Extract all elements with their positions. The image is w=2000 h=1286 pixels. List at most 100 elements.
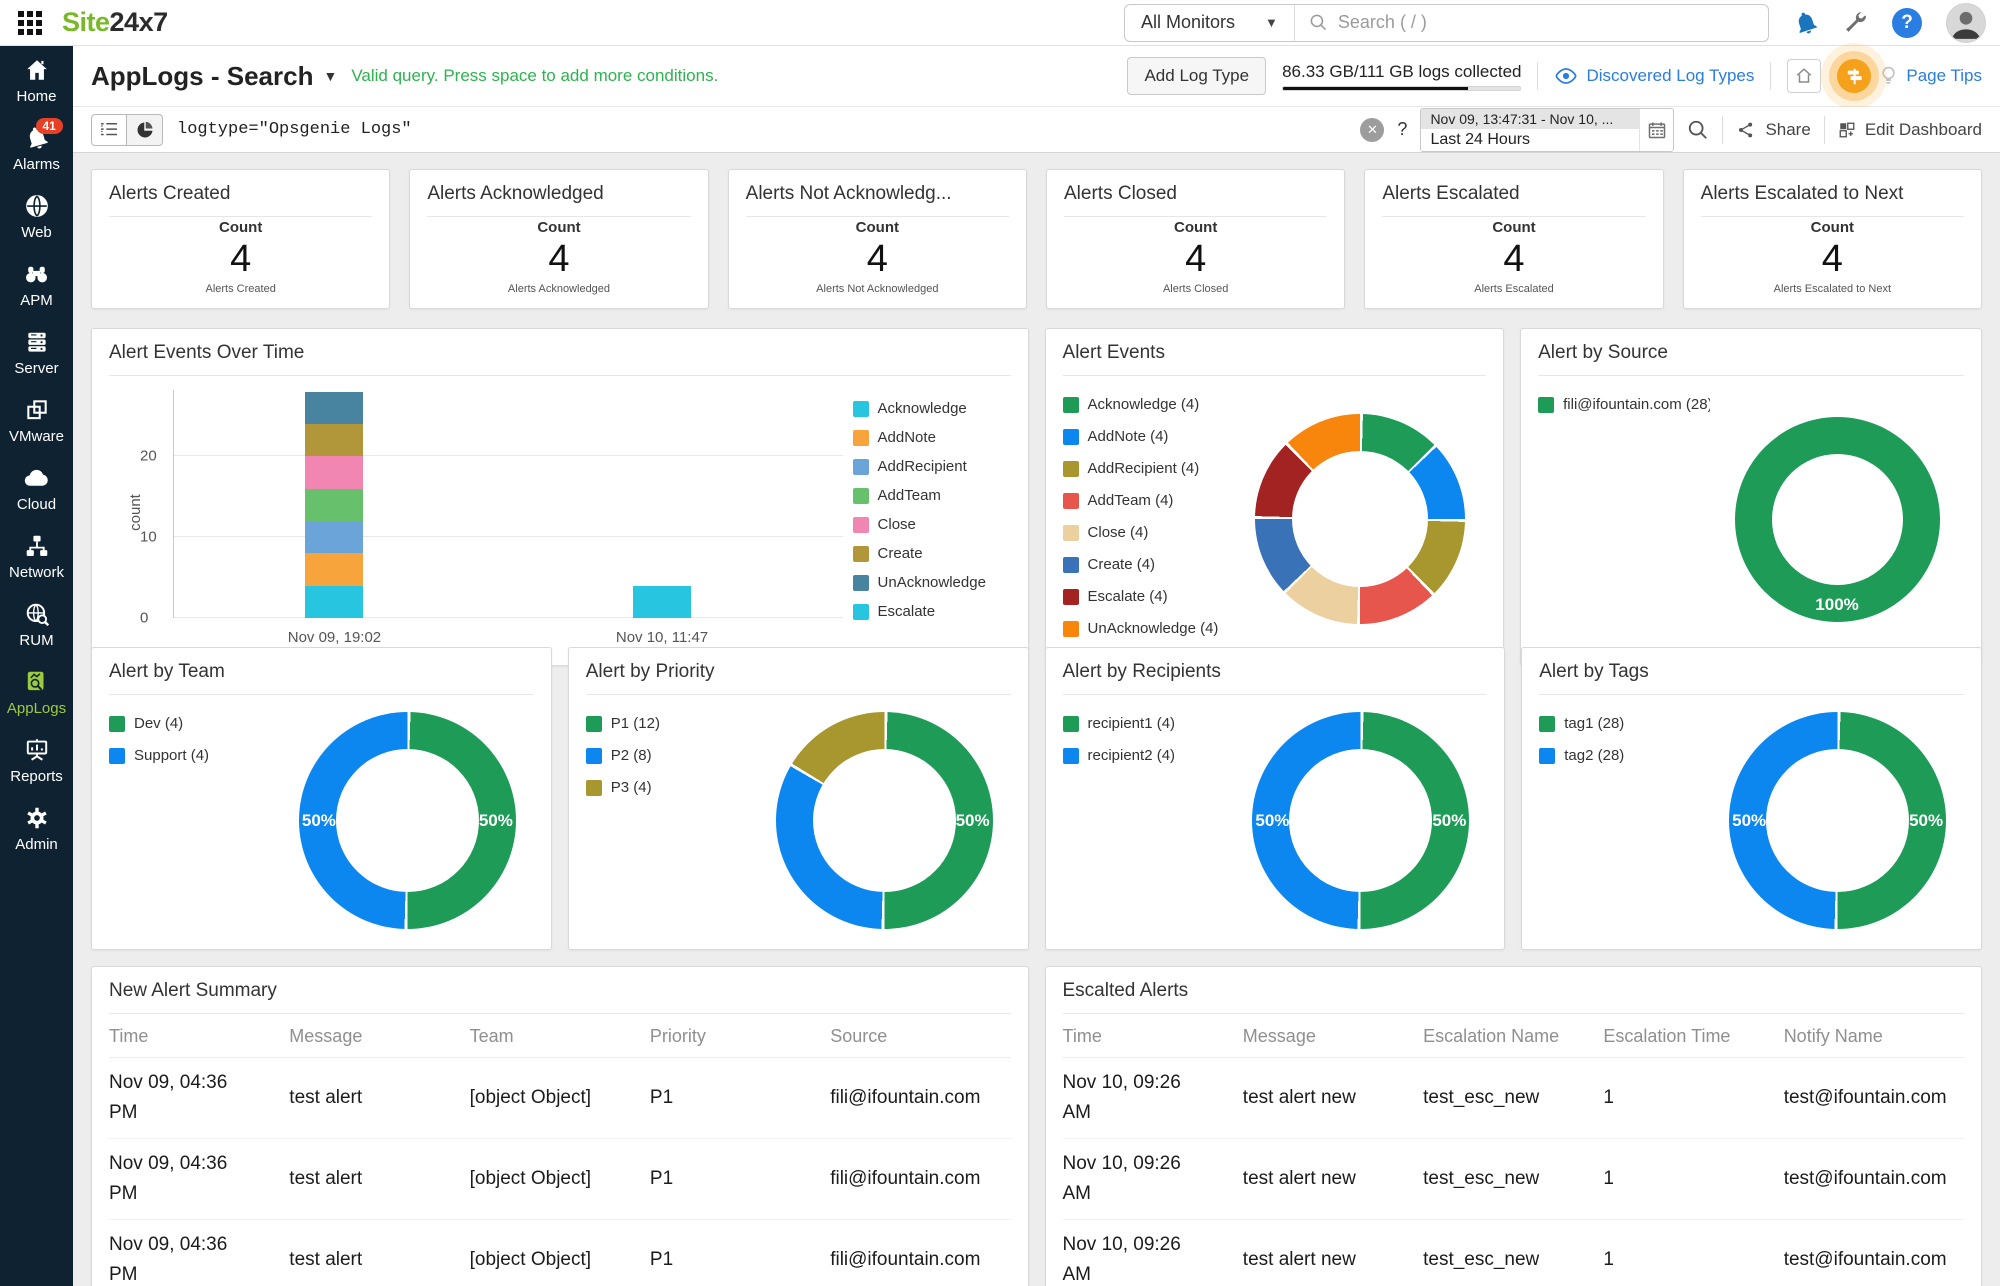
legend-swatch bbox=[853, 604, 869, 620]
sidebar-item-home[interactable]: Home bbox=[0, 46, 73, 114]
dashboard-search-icon[interactable] bbox=[1687, 119, 1709, 141]
legend-item[interactable]: Support (4) bbox=[109, 747, 281, 764]
help-icon[interactable]: ? bbox=[1892, 8, 1922, 38]
bar-segment-create[interactable] bbox=[305, 424, 363, 456]
legend-item[interactable]: Acknowledge bbox=[853, 400, 1011, 417]
alert-events-donut[interactable] bbox=[1255, 414, 1465, 624]
sidebar-item-alarms[interactable]: 41 Alarms bbox=[0, 114, 73, 182]
legend-item[interactable]: P3 (4) bbox=[586, 779, 758, 796]
page-tips-link[interactable]: Page Tips bbox=[1837, 59, 1982, 93]
monitor-scope-dropdown[interactable]: All Monitors ▼ bbox=[1125, 5, 1295, 41]
legend-item[interactable]: P1 (12) bbox=[586, 715, 758, 732]
legend-swatch bbox=[1063, 716, 1079, 732]
eye-icon bbox=[1554, 64, 1578, 88]
legend-item[interactable]: Create bbox=[853, 545, 1011, 562]
legend-item[interactable]: Acknowledge (4) bbox=[1063, 396, 1235, 413]
y-tick-label: 0 bbox=[140, 610, 148, 627]
legend-item[interactable]: Create (4) bbox=[1063, 556, 1235, 573]
panel-alert-by-recipients: Alert by Recipients recipient1 (4)recipi… bbox=[1045, 647, 1506, 950]
legend-item[interactable]: AddTeam (4) bbox=[1063, 492, 1235, 509]
bar-segment-unacknowledge[interactable] bbox=[305, 392, 363, 424]
stacked-bar[interactable] bbox=[633, 390, 691, 618]
bar-segment-escalate[interactable] bbox=[633, 586, 691, 618]
table-row[interactable]: Nov 09, 04:36 PMtest alert[object Object… bbox=[109, 1058, 1011, 1139]
clear-query-icon[interactable]: ✕ bbox=[1360, 118, 1384, 142]
add-log-type-button[interactable]: Add Log Type bbox=[1127, 57, 1266, 95]
table-row[interactable]: Nov 09, 04:36 PMtest alert[object Object… bbox=[109, 1220, 1011, 1286]
query-input[interactable]: logtype="Opsgenie Logs" bbox=[177, 120, 1346, 139]
global-search-input[interactable]: Search ( / ) bbox=[1295, 12, 1768, 33]
bar-chart-legend: Acknowledge AddNote AddRecipient AddTeam Clo… bbox=[853, 382, 1011, 652]
table-row[interactable]: Nov 10, 09:26 AMtest alert newtest_esc_n… bbox=[1063, 1139, 1965, 1220]
default-dashboard-home-icon[interactable] bbox=[1787, 59, 1821, 93]
sidebar-item-cloud[interactable]: Cloud bbox=[0, 454, 73, 522]
page-header: AppLogs - Search ▼ Valid query. Press sp… bbox=[73, 46, 2000, 107]
card-count-label: Count bbox=[1174, 219, 1217, 236]
query-help-icon[interactable]: ? bbox=[1397, 119, 1407, 140]
discovered-log-types-link[interactable]: Discovered Log Types bbox=[1554, 64, 1754, 88]
alert-by-source-donut[interactable]: 100% bbox=[1735, 417, 1940, 622]
notifications-bell-icon[interactable] bbox=[1793, 10, 1819, 36]
legend-item[interactable]: AddTeam bbox=[853, 487, 1011, 504]
table-row[interactable]: Nov 09, 04:36 PMtest alert[object Object… bbox=[109, 1139, 1011, 1220]
legend-label: P2 (8) bbox=[611, 747, 652, 764]
bar-segment-close[interactable] bbox=[305, 456, 363, 488]
page-title[interactable]: AppLogs - Search ▼ bbox=[91, 61, 337, 92]
sidebar-item-label: Web bbox=[21, 224, 52, 241]
legend-item[interactable]: UnAcknowledge bbox=[853, 574, 1011, 591]
legend-item[interactable]: Dev (4) bbox=[109, 715, 281, 732]
alert-by-priority-donut[interactable]: 50% bbox=[776, 712, 993, 929]
legend-item[interactable]: AddRecipient bbox=[853, 458, 1011, 475]
table-header-row: TimeMessageTeamPrioritySource bbox=[109, 1014, 1011, 1058]
legend-item[interactable]: tag2 (28) bbox=[1539, 747, 1711, 764]
share-button[interactable]: Share bbox=[1736, 120, 1810, 140]
table-row[interactable]: Nov 10, 09:26 AMtest alert newtest_esc_n… bbox=[1063, 1220, 1965, 1286]
sidebar-item-applogs[interactable]: AppLogs bbox=[0, 658, 73, 726]
legend-item[interactable]: Escalate (4) bbox=[1063, 588, 1235, 605]
edit-dashboard-button[interactable]: Edit Dashboard bbox=[1838, 120, 1982, 140]
card-count-label: Count bbox=[856, 219, 899, 236]
app-root: Site24x7 All Monitors ▼ Search ( / ) ? H… bbox=[0, 0, 2000, 1286]
site24x7-logo[interactable]: Site24x7 bbox=[62, 7, 168, 38]
legend-item[interactable]: recipient1 (4) bbox=[1063, 715, 1235, 732]
legend-item[interactable]: recipient2 (4) bbox=[1063, 747, 1235, 764]
stacked-bar[interactable] bbox=[305, 390, 363, 618]
query-toolbar: logtype="Opsgenie Logs" ✕ ? Nov 09, 13:4… bbox=[73, 107, 2000, 153]
alert-by-recipients-donut[interactable]: 50%50% bbox=[1252, 712, 1469, 929]
tools-wrench-icon[interactable] bbox=[1843, 10, 1868, 35]
legend-item[interactable]: P2 (8) bbox=[586, 747, 758, 764]
legend-label: Create (4) bbox=[1088, 556, 1156, 573]
sidebar-item-apm[interactable]: APM bbox=[0, 250, 73, 318]
alert-by-team-donut[interactable]: 50%50% bbox=[299, 712, 516, 929]
legend-item[interactable]: Close (4) bbox=[1063, 524, 1235, 541]
legend-item[interactable]: Escalate bbox=[853, 603, 1011, 620]
chart-view-pie-icon[interactable] bbox=[127, 114, 163, 146]
time-range-picker[interactable]: Nov 09, 13:47:31 - Nov 10, ... Last 24 H… bbox=[1420, 108, 1674, 152]
bar-segment-addteam[interactable] bbox=[305, 489, 363, 521]
sidebar-item-reports[interactable]: Reports bbox=[0, 726, 73, 794]
sidebar-item-vmware[interactable]: VMware bbox=[0, 386, 73, 454]
table-row[interactable]: Nov 10, 09:26 AMtest alert newtest_esc_n… bbox=[1063, 1058, 1965, 1139]
legend-item[interactable]: AddNote (4) bbox=[1063, 428, 1235, 445]
sidebar-item-server[interactable]: Server bbox=[0, 318, 73, 386]
legend-item[interactable]: Close bbox=[853, 516, 1011, 533]
bar-segment-addrecipient[interactable] bbox=[305, 521, 363, 553]
legend-item[interactable]: AddNote bbox=[853, 429, 1011, 446]
apps-grid-icon[interactable] bbox=[14, 7, 46, 39]
user-avatar[interactable] bbox=[1946, 3, 1986, 43]
legend-item[interactable]: fili@ifountain.com (28) bbox=[1538, 396, 1710, 413]
sidebar-item-web[interactable]: Web bbox=[0, 182, 73, 250]
sidebar-item-admin[interactable]: Admin bbox=[0, 794, 73, 862]
legend-item[interactable]: AddRecipient (4) bbox=[1063, 460, 1235, 477]
bar-segment-acknowledge[interactable] bbox=[305, 586, 363, 618]
sidebar-item-network[interactable]: Network bbox=[0, 522, 73, 590]
field-list-icon[interactable] bbox=[91, 114, 127, 146]
legend-item[interactable]: UnAcknowledge (4) bbox=[1063, 620, 1235, 637]
panel-new-alert-summary: New Alert Summary TimeMessageTeamPriorit… bbox=[91, 966, 1029, 1286]
alert-by-tags-donut[interactable]: 50%50% bbox=[1729, 712, 1946, 929]
bar-segment-addnote[interactable] bbox=[305, 553, 363, 585]
apm-binoculars-icon bbox=[23, 261, 50, 288]
legend-item[interactable]: tag1 (28) bbox=[1539, 715, 1711, 732]
sidebar-item-rum[interactable]: RUM bbox=[0, 590, 73, 658]
legend-swatch bbox=[1539, 716, 1555, 732]
